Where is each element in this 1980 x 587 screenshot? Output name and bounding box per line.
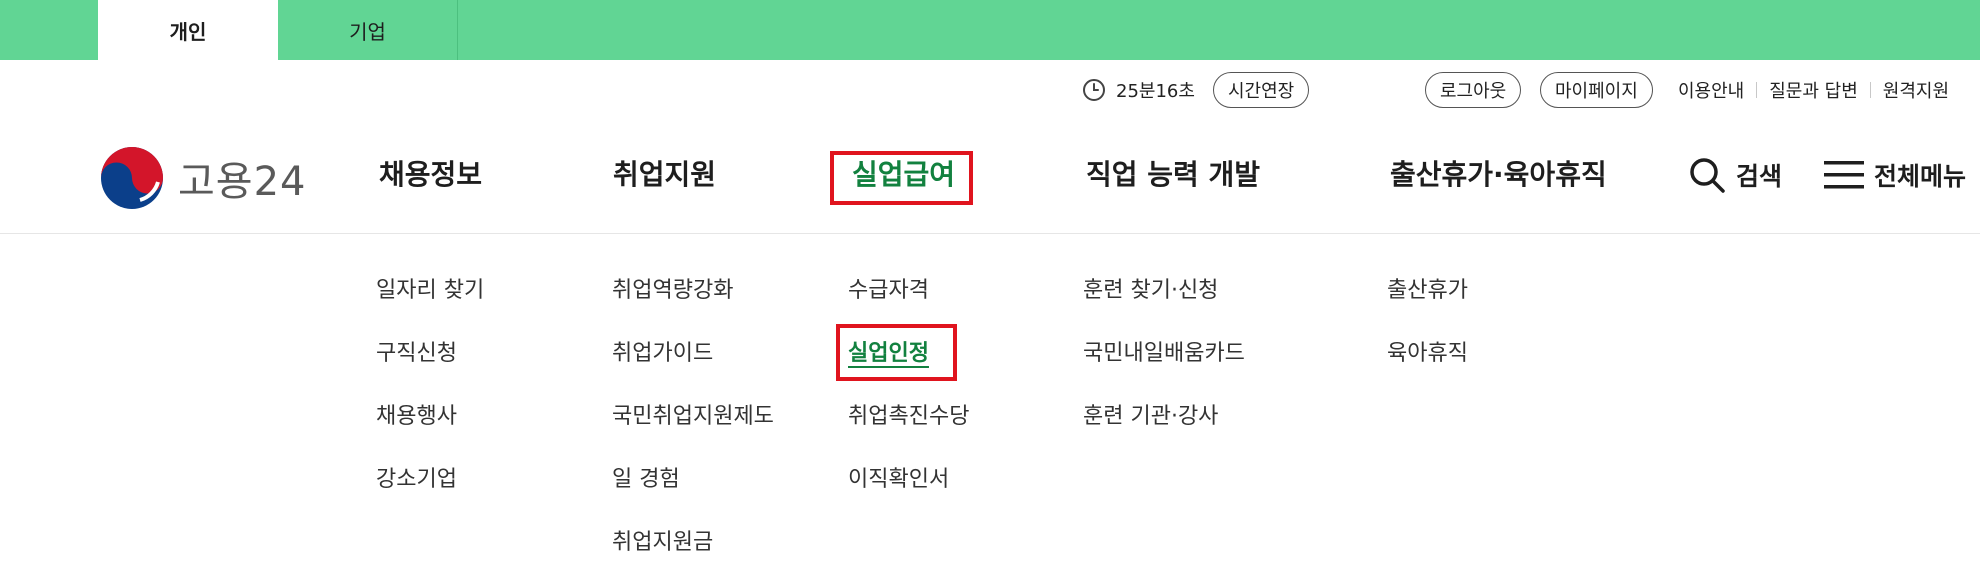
nav-job-skills[interactable]: 직업 능력 개발 [1086, 155, 1260, 195]
search-button[interactable]: 검색 [1688, 155, 1782, 195]
utility-links: 이용안내 질문과 답변 원격지원 [1678, 72, 1949, 108]
hamburger-menu-icon [1824, 161, 1864, 189]
submenu-job-search[interactable]: 일자리 찾기 [376, 276, 484, 306]
submenu-job-fair[interactable]: 채용행사 [376, 402, 457, 432]
remote-support-link[interactable]: 원격지원 [1883, 77, 1949, 103]
submenu-separation-confirmation[interactable]: 이직확인서 [848, 465, 949, 495]
submenu-job-application[interactable]: 구직신청 [376, 339, 457, 369]
tab-personal[interactable]: 개인 [98, 0, 278, 60]
submenu-eligibility[interactable]: 수급자격 [848, 276, 929, 306]
all-menu-label: 전체메뉴 [1874, 162, 1967, 191]
logo-text: 고용24 [178, 159, 307, 205]
submenu-capacity-building[interactable]: 취업역량강화 [612, 276, 733, 306]
submenu-training-search[interactable]: 훈련 찾기·신청 [1083, 276, 1218, 306]
submenu-job-guide[interactable]: 취업가이드 [612, 339, 713, 369]
clock-icon [1083, 79, 1105, 101]
session-timer: 25분16초 [1082, 72, 1195, 108]
header-divider [0, 233, 1980, 234]
tab-company[interactable]: 기업 [278, 0, 458, 60]
submenu-training-institutes[interactable]: 훈련 기관·강사 [1083, 402, 1218, 432]
submenu-small-giant[interactable]: 강소기업 [376, 465, 457, 495]
submenu-learning-card[interactable]: 국민내일배움카드 [1083, 339, 1245, 369]
timer-text: 25분16초 [1116, 81, 1195, 102]
extend-time-button[interactable]: 시간연장 [1213, 72, 1310, 108]
guide-link[interactable]: 이용안내 [1678, 77, 1744, 103]
nav-recruitment[interactable]: 채용정보 [379, 155, 482, 195]
site-logo[interactable]: 고용24 [100, 146, 307, 210]
logout-button[interactable]: 로그아웃 [1425, 72, 1522, 108]
submenu-highlight-box [836, 324, 957, 381]
search-icon [1690, 158, 1725, 193]
mypage-button[interactable]: 마이페이지 [1540, 72, 1653, 108]
all-menu-button[interactable]: 전체메뉴 [1824, 155, 1966, 195]
qna-link[interactable]: 질문과 답변 [1769, 77, 1858, 103]
divider [1869, 82, 1871, 98]
nav-parental-leave[interactable]: 출산휴가·육아휴직 [1390, 155, 1607, 195]
search-label: 검색 [1736, 162, 1783, 191]
government-logo-icon [101, 147, 163, 209]
submenu-maternity-leave[interactable]: 출산휴가 [1387, 276, 1468, 306]
top-bar: 개인 기업 [0, 0, 1980, 60]
submenu-national-employment[interactable]: 국민취업지원제도 [612, 402, 774, 432]
submenu-employment-subsidy[interactable]: 취업지원금 [612, 528, 713, 558]
divider [1756, 82, 1758, 98]
nav-highlight-box [830, 151, 973, 205]
submenu-parental-leave[interactable]: 육아휴직 [1387, 339, 1468, 369]
submenu-work-experience[interactable]: 일 경험 [612, 465, 680, 495]
submenu-job-promotion-allowance[interactable]: 취업촉진수당 [848, 402, 969, 432]
nav-employment-support[interactable]: 취업지원 [613, 155, 716, 195]
